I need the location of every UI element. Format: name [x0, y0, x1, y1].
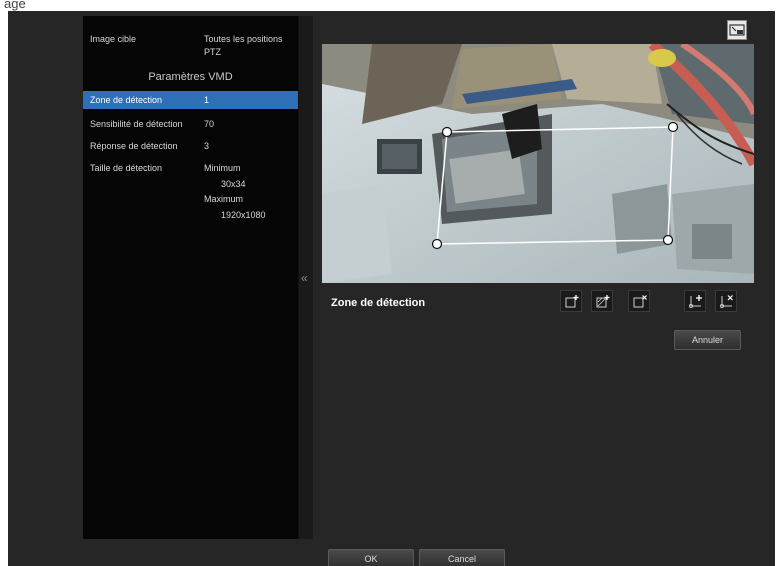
delete-zone-button[interactable] — [628, 290, 650, 312]
info-row-reponse[interactable]: Réponse de détection 3 — [83, 137, 298, 155]
reponse-label: Réponse de détection — [90, 141, 178, 151]
info-row-zone[interactable]: Zone de détection 1 — [83, 91, 298, 109]
annuler-button[interactable]: Annuler — [674, 330, 741, 350]
taille-max-value: 1920x1080 — [221, 210, 266, 220]
vmd-settings-window: Image cible Toutes les positions PTZ Par… — [8, 11, 775, 566]
add-zone-icon — [565, 295, 579, 308]
ok-button[interactable]: OK — [328, 549, 414, 566]
expand-icon — [729, 24, 745, 36]
expand-button[interactable] — [727, 20, 747, 40]
zone-title: Zone de détection — [331, 297, 426, 309]
info-row-taille[interactable]: Taille de détection Minimum — [83, 159, 298, 177]
info-panel: Image cible Toutes les positions PTZ Par… — [83, 16, 298, 539]
image-cible-value-2: PTZ — [204, 47, 221, 57]
add-masked-zone-button[interactable] — [591, 290, 613, 312]
add-zone-button[interactable] — [560, 290, 582, 312]
add-masked-zone-icon — [596, 295, 610, 308]
info-row-image-cible: Image cible Toutes les positions — [83, 30, 298, 48]
collapse-panel-button[interactable]: « — [298, 16, 313, 539]
cancel-button[interactable]: Cancel — [419, 549, 505, 566]
image-cible-value: Toutes les positions — [204, 34, 283, 44]
top-label: age — [4, 0, 26, 11]
image-cible-label: Image cible — [90, 34, 137, 44]
sensibilite-label: Sensibilité de détection — [90, 119, 183, 129]
taille-label: Taille de détection — [90, 163, 163, 173]
zone-value: 1 — [204, 95, 210, 105]
taille-min-value: 30x34 — [221, 179, 246, 189]
delete-zone-icon — [633, 295, 647, 308]
info-row-sensibilite[interactable]: Sensibilité de détection 70 — [83, 115, 298, 133]
collapse-chevron-icon: « — [301, 271, 308, 285]
add-point-button[interactable] — [684, 290, 706, 312]
camera-image — [322, 44, 754, 283]
delete-point-icon — [719, 295, 733, 309]
zone-label: Zone de détection — [90, 95, 163, 105]
taille-max-label: Maximum — [204, 194, 244, 204]
taille-min-label: Minimum — [204, 163, 241, 173]
sensibilite-value: 70 — [204, 119, 215, 129]
delete-point-button[interactable] — [715, 290, 737, 312]
section-title: Paramètres VMD — [148, 71, 233, 83]
add-point-icon — [688, 295, 702, 309]
reponse-value: 3 — [204, 141, 210, 151]
camera-view[interactable] — [322, 44, 754, 283]
